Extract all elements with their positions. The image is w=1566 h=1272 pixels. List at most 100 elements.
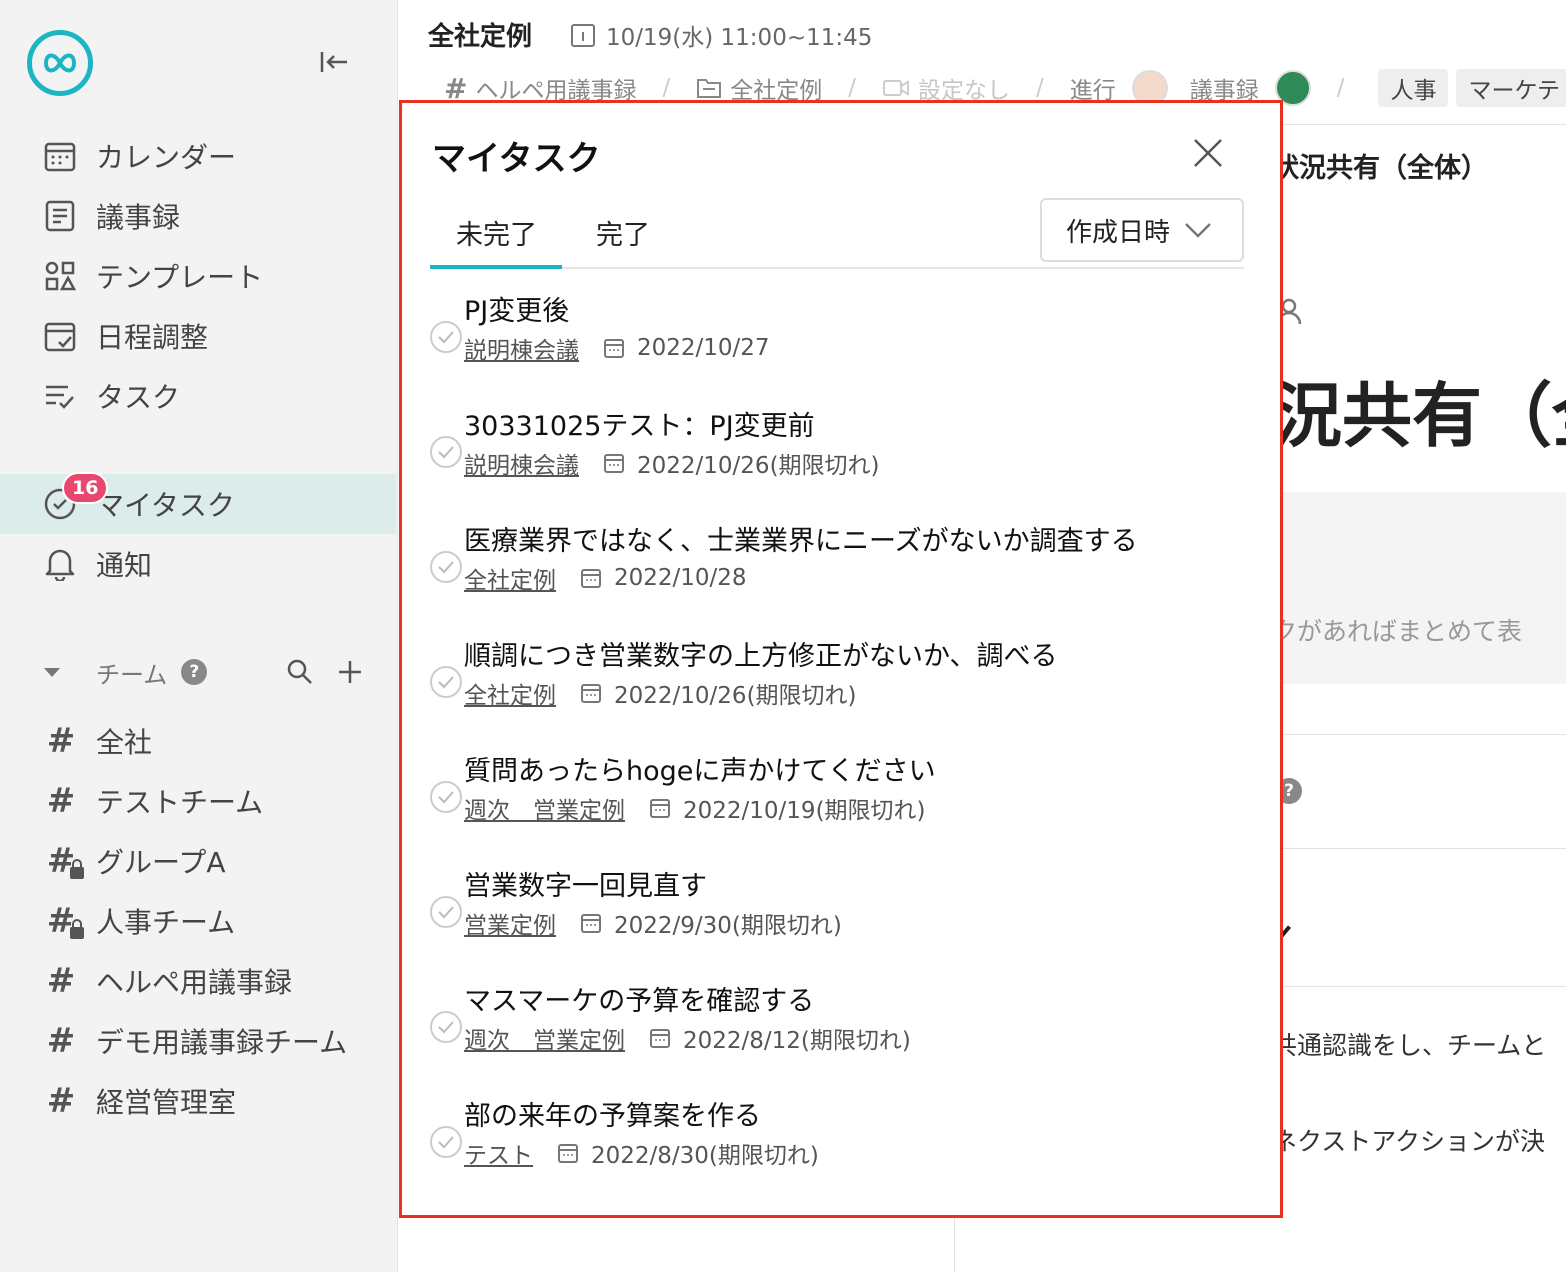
task-complete-checkbox[interactable] — [430, 666, 462, 698]
add-icon[interactable] — [336, 658, 364, 686]
section-title: 状況共有（全体） — [1272, 153, 1488, 184]
calendar-icon — [603, 452, 625, 474]
task-item[interactable]: 医療業界ではなく、士業業界にニーズがないか調査する 全社定例 2022/10/28 — [430, 519, 1230, 619]
task-meeting-link[interactable]: 週次 営業定例 — [464, 791, 625, 825]
task-meta: 説明棟会議 2022/10/26(期限切れ) — [464, 446, 880, 480]
team-label: チーム — [96, 660, 168, 689]
channel-label: 経営管理室 — [96, 1086, 237, 1119]
lock-icon — [70, 859, 84, 879]
task-meta: 週次 営業定例 2022/8/12(期限切れ) — [464, 1021, 911, 1055]
hash-icon: # — [46, 781, 76, 821]
task-item[interactable]: 30331025テスト：PJ変更前 説明棟会議 2022/10/26(期限切れ) — [430, 404, 1230, 504]
task-due-date: 2022/9/30(期限切れ) — [614, 913, 842, 939]
channel-item[interactable]: # テストチーム — [44, 774, 263, 828]
task-name[interactable]: マスマーケの予算を確認する — [464, 979, 814, 1018]
task-complete-checkbox[interactable] — [430, 1011, 462, 1043]
check-icon — [438, 561, 454, 574]
calendar-icon — [571, 24, 595, 47]
task-complete-checkbox[interactable] — [430, 896, 462, 928]
help-icon[interactable]: ? — [181, 659, 208, 685]
calendar-icon — [649, 1027, 671, 1049]
calendar-icon — [580, 912, 602, 934]
check-icon — [438, 1021, 454, 1034]
task-item[interactable]: PJ変更後 説明棟会議 2022/10/27 — [430, 289, 1230, 389]
bell-icon — [42, 546, 78, 582]
calendar-icon — [603, 337, 625, 359]
task-name[interactable]: 営業数字一回見直す — [464, 864, 707, 903]
modal-title: マイタスク — [432, 139, 601, 179]
channel-label: デモ用議事録チーム — [96, 1026, 348, 1059]
video-camera-icon — [882, 80, 909, 96]
tag-chip[interactable]: 人事 — [1378, 69, 1449, 107]
task-list-icon — [42, 378, 78, 414]
task-meeting-link[interactable]: テスト — [464, 1136, 533, 1170]
search-icon[interactable] — [286, 658, 314, 686]
close-button[interactable] — [1188, 133, 1228, 173]
nav-template[interactable]: テンプレート — [0, 246, 396, 306]
template-icon — [42, 258, 78, 294]
task-meeting-link[interactable]: 営業定例 — [464, 906, 556, 940]
task-meta: 全社定例 2022/10/28 — [464, 561, 747, 595]
nav-minutes[interactable]: 議事録 — [0, 186, 396, 246]
app-logo[interactable] — [27, 30, 93, 96]
check-icon — [438, 906, 454, 919]
task-due-date: 2022/10/26(期限切れ) — [614, 683, 857, 709]
task-meeting-link[interactable]: 説明棟会議 — [464, 331, 579, 365]
task-item[interactable]: 質問あったらhogeに声かけてください 週次 営業定例 2022/10/19(期限切… — [430, 749, 1230, 849]
check-icon — [438, 331, 454, 344]
task-complete-checkbox[interactable] — [430, 1126, 462, 1158]
channel-item[interactable]: # ヘルペ用議事録 — [44, 954, 292, 1008]
schedule-icon — [42, 318, 78, 354]
channel-item[interactable]: # 経営管理室 — [44, 1074, 236, 1128]
tab-complete[interactable]: 完了 — [596, 213, 650, 252]
task-complete-checkbox[interactable] — [430, 321, 462, 353]
task-name[interactable]: 医療業界ではなく、士業業界にニーズがないか調査する — [464, 519, 1138, 558]
divider — [1278, 986, 1566, 987]
nav-schedule[interactable]: 日程調整 — [0, 306, 396, 366]
task-name[interactable]: PJ変更後 — [464, 289, 569, 328]
task-complete-checkbox[interactable] — [430, 551, 462, 583]
channel-item[interactable]: # グループA — [44, 834, 226, 888]
task-complete-checkbox[interactable] — [430, 781, 462, 813]
channel-item[interactable]: # 人事チーム — [44, 894, 235, 948]
task-name[interactable]: 部の来年の予算案を作る — [464, 1094, 761, 1133]
calendar-icon — [42, 138, 78, 174]
task-item[interactable]: 営業数字一回見直す 営業定例 2022/9/30(期限切れ) — [430, 864, 1230, 964]
nav-my-task[interactable]: 16 マイタスク — [0, 472, 396, 534]
task-meeting-link[interactable]: 週次 営業定例 — [464, 1021, 625, 1055]
task-complete-checkbox[interactable] — [430, 436, 462, 468]
task-meeting-link[interactable]: 全社定例 — [464, 561, 556, 595]
task-name[interactable]: 30331025テスト：PJ変更前 — [464, 404, 815, 443]
task-meeting-link[interactable]: 全社定例 — [464, 676, 556, 710]
nav-calendar[interactable]: カレンダー — [0, 126, 396, 186]
channel-item[interactable]: # デモ用議事録チーム — [44, 1014, 347, 1068]
task-item[interactable]: マスマーケの予算を確認する 週次 営業定例 2022/8/12(期限切れ) — [430, 979, 1230, 1079]
close-icon — [1194, 139, 1222, 167]
channel-label: ヘルペ用議事録 — [96, 966, 293, 999]
team-section-header: チーム ? — [44, 650, 364, 694]
task-name[interactable]: 順調につき営業数字の上方修正がないか、調べる — [464, 634, 1057, 673]
task-item[interactable]: 順調につき営業数字の上方修正がないか、調べる 全社定例 2022/10/26(期限切… — [430, 634, 1230, 734]
task-name[interactable]: 質問あったらhogeに声かけてください — [464, 749, 936, 788]
meeting-date: 10/19(水) 11:00~11:45 — [570, 18, 872, 52]
nav-task[interactable]: タスク — [0, 366, 396, 426]
sort-select[interactable]: 作成日時 — [1040, 198, 1244, 262]
divider — [954, 1216, 955, 1272]
calendar-icon — [557, 1142, 579, 1164]
task-meeting-link[interactable]: 説明棟会議 — [464, 446, 579, 480]
locked-hash-icon: # — [44, 841, 84, 881]
channel-label: テストチーム — [96, 786, 264, 819]
nav-notification[interactable]: 通知 — [0, 534, 396, 594]
tag-chip[interactable]: マーケテ — [1456, 69, 1566, 107]
divider — [1278, 124, 1566, 125]
channel-item[interactable]: # 全社 — [44, 714, 152, 768]
hash-icon: # — [46, 721, 76, 761]
check-icon — [438, 446, 454, 459]
task-due-date: 2022/8/12(期限切れ) — [683, 1028, 911, 1054]
crumb-separator: / — [662, 75, 671, 101]
tab-incomplete[interactable]: 未完了 — [456, 213, 537, 252]
locked-hash-icon: # — [44, 901, 84, 941]
collapse-sidebar-button[interactable] — [316, 44, 352, 80]
collapse-triangle-icon[interactable] — [44, 667, 60, 677]
task-item[interactable]: 部の来年の予算案を作る テスト 2022/8/30(期限切れ) — [430, 1094, 1230, 1194]
